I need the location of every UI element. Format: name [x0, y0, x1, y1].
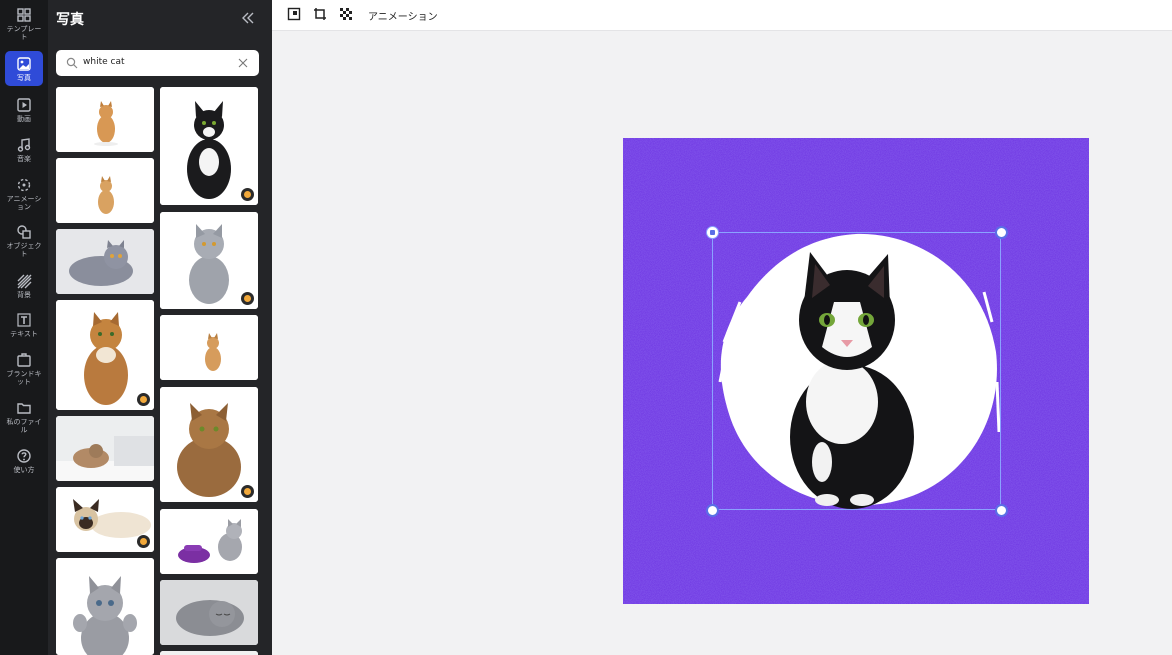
- rail-label: オブジェクト: [6, 242, 42, 258]
- photo-result[interactable]: [56, 416, 154, 481]
- photo-result[interactable]: [56, 300, 154, 410]
- rail-item-background[interactable]: 背景: [5, 270, 43, 302]
- search-field[interactable]: white cat: [56, 50, 259, 76]
- clear-search-icon[interactable]: [238, 58, 248, 68]
- video-icon: [17, 98, 31, 112]
- rail-label: アニメーション: [6, 195, 42, 211]
- lock-icon[interactable]: [706, 226, 719, 239]
- rail-label: 私のファイル: [6, 418, 42, 434]
- photo-image: [160, 509, 258, 574]
- search-input[interactable]: white cat: [83, 57, 124, 67]
- rail-label: ブランドキット: [6, 370, 42, 386]
- grid-icon: [17, 8, 31, 22]
- text-icon: [17, 313, 31, 327]
- photo-result[interactable]: [160, 212, 258, 309]
- folder-icon: [17, 403, 31, 414]
- photo-image: [56, 558, 154, 655]
- photo-result[interactable]: [160, 87, 258, 205]
- photo-image: [56, 87, 154, 152]
- rail-item-brandkit[interactable]: ブランドキット: [5, 349, 43, 389]
- transparency-icon[interactable]: [339, 7, 353, 21]
- animation-icon: [17, 178, 31, 192]
- rail-item-help[interactable]: 使い方: [5, 445, 43, 477]
- photo-image: [56, 158, 154, 223]
- animation-button[interactable]: アニメーション: [368, 8, 438, 23]
- rail-item-text[interactable]: テキスト: [5, 309, 43, 341]
- photo-image: [160, 87, 258, 205]
- rail-label: 動画: [17, 115, 31, 123]
- photo-image: [160, 580, 258, 645]
- help-icon: [17, 449, 31, 463]
- selection-box: [712, 232, 1001, 510]
- rail-item-animation[interactable]: アニメーション: [5, 174, 43, 214]
- photo-icon: [17, 57, 31, 71]
- rail-item-music[interactable]: 音楽: [5, 134, 43, 166]
- left-rail: テンプレート 写真 動画 音楽 アニメーション オブジェクト 背景 テキスト ブ…: [0, 0, 48, 655]
- photo-image: [160, 651, 258, 655]
- resize-handle-bottom-left[interactable]: [706, 504, 719, 517]
- rail-label: 背景: [17, 291, 31, 299]
- photo-result[interactable]: [56, 229, 154, 294]
- resize-handle-top-right[interactable]: [995, 226, 1008, 239]
- photo-result[interactable]: [160, 315, 258, 380]
- rail-label: 写真: [17, 74, 31, 82]
- rail-item-myfiles[interactable]: 私のファイル: [5, 397, 43, 437]
- rail-item-objects[interactable]: オブジェクト: [5, 221, 43, 261]
- photo-result[interactable]: [56, 487, 154, 552]
- panel-title: 写真: [56, 12, 84, 28]
- premium-badge-icon: [241, 485, 254, 498]
- rail-label: テンプレート: [6, 25, 42, 41]
- photo-image: [56, 416, 154, 481]
- music-icon: [17, 138, 31, 152]
- photo-result[interactable]: [56, 158, 154, 223]
- photo-image: [160, 315, 258, 380]
- photo-result[interactable]: [160, 387, 258, 502]
- rail-label: テキスト: [10, 330, 38, 338]
- top-toolbar: アニメーション: [272, 0, 1172, 31]
- search-icon: [66, 57, 78, 69]
- resize-handle-bottom-right[interactable]: [995, 504, 1008, 517]
- collapse-panel-icon[interactable]: [241, 12, 255, 24]
- photo-result[interactable]: [160, 509, 258, 574]
- photo-image: [56, 229, 154, 294]
- crop-icon[interactable]: [313, 7, 327, 21]
- photo-result[interactable]: [56, 87, 154, 152]
- position-icon[interactable]: [287, 7, 301, 21]
- premium-badge-icon: [137, 393, 150, 406]
- briefcase-icon: [17, 353, 31, 367]
- rail-item-templates[interactable]: テンプレート: [5, 4, 43, 42]
- photo-result[interactable]: [160, 651, 258, 655]
- background-icon: [17, 274, 32, 289]
- photo-image: [160, 387, 258, 502]
- rail-label: 音楽: [17, 155, 31, 163]
- premium-badge-icon: [137, 535, 150, 548]
- rail-item-video[interactable]: 動画: [5, 94, 43, 126]
- photos-panel: 写真 white cat: [48, 0, 272, 655]
- rail-label: 使い方: [13, 466, 35, 474]
- premium-badge-icon: [241, 188, 254, 201]
- photo-result[interactable]: [160, 580, 258, 645]
- rail-item-photos[interactable]: 写真: [5, 51, 43, 86]
- shapes-icon: [17, 225, 31, 239]
- premium-badge-icon: [241, 292, 254, 305]
- photo-result[interactable]: [56, 558, 154, 655]
